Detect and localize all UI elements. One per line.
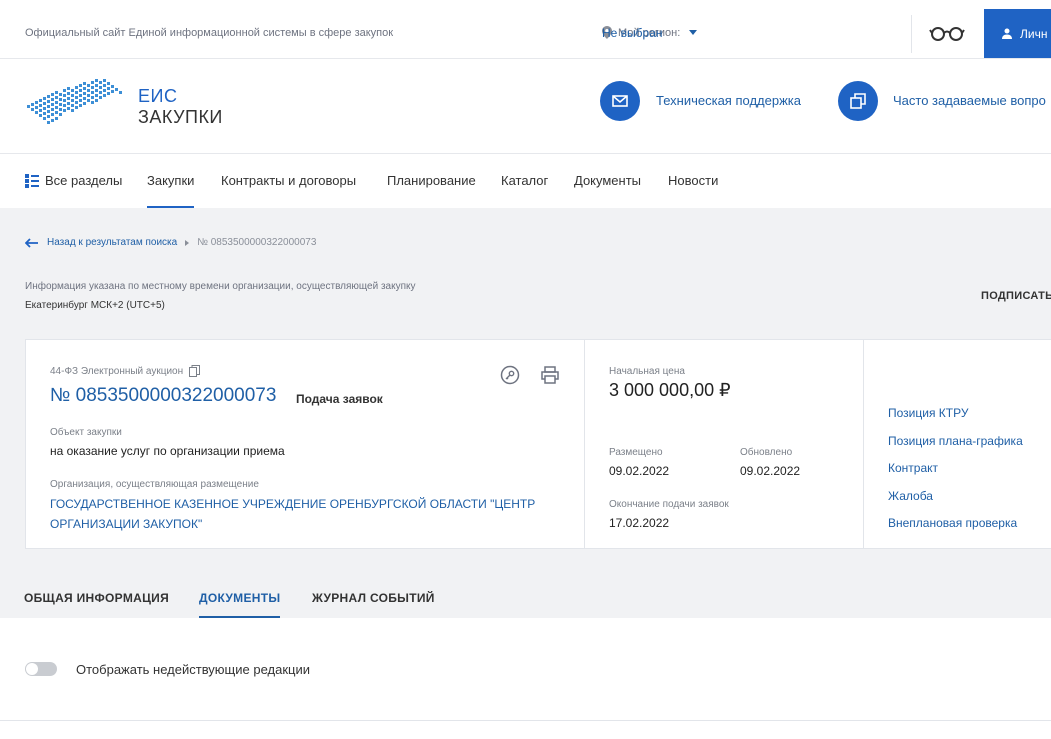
nav-item-catalog[interactable]: Каталог: [501, 173, 548, 188]
posted-value: 09.02.2022: [609, 464, 670, 478]
tab-general-info[interactable]: ОБЩАЯ ИНФОРМАЦИЯ: [24, 591, 169, 605]
eis-russia-map-logo[interactable]: [25, 77, 125, 133]
deadline-label: Окончание подачи заявок: [609, 499, 729, 510]
show-inactive-label: Отображать недействующие редакции: [76, 662, 311, 677]
user-icon: [1002, 28, 1012, 39]
divider: [911, 15, 912, 53]
tab-documents[interactable]: ДОКУМЕНТЫ: [199, 591, 281, 618]
link-unscheduled-inspection[interactable]: Внеплановая проверка: [888, 516, 1017, 530]
official-site-text: Официальный сайт Единой информационной с…: [25, 27, 394, 39]
breadcrumb: Назад к результатам поиска № 08535000003…: [25, 237, 316, 248]
logo-line-eis: ЕИС: [138, 86, 178, 106]
procurement-type: 44-ФЗ Электронный аукцион: [50, 365, 201, 377]
organization-label: Организация, осуществляющая размещение: [50, 479, 259, 490]
arrow-left-icon[interactable]: [25, 237, 39, 248]
breadcrumb-separator-icon: [185, 239, 190, 246]
procurement-number[interactable]: № 0853500000322000073: [50, 385, 276, 407]
local-time-note: Информация указана по местному времени о…: [25, 281, 416, 292]
link-contract[interactable]: Контракт: [888, 461, 938, 475]
copy-icon[interactable]: [189, 365, 201, 377]
link-complaint[interactable]: Жалоба: [888, 489, 933, 503]
card-divider: [584, 340, 585, 548]
nav-item-planning[interactable]: Планирование: [387, 173, 476, 188]
procurement-card: 44-ФЗ Электронный аукцион № 085350000032…: [25, 339, 1051, 549]
procurement-stage: Подача заявок: [296, 392, 383, 406]
price-label: Начальная цена: [609, 366, 685, 377]
link-ktru-position[interactable]: Позиция КТРУ: [888, 406, 968, 420]
copy-windows-icon: [850, 93, 866, 109]
support-link[interactable]: Техническая поддержка: [656, 93, 801, 108]
link-plan-schedule-position[interactable]: Позиция плана-графика: [888, 434, 1023, 448]
logo-text[interactable]: ЕИС ЗАКУПКИ: [138, 86, 223, 128]
nav-item-documents[interactable]: Документы: [574, 173, 641, 188]
region-value[interactable]: Не выбран: [602, 26, 663, 40]
procurement-type-label: 44-ФЗ Электронный аукцион: [50, 365, 184, 377]
organization-link[interactable]: ГОСУДАРСТВЕННОЕ КАЗЕННОЕ УЧРЕЖДЕНИЕ ОРЕН…: [50, 494, 570, 534]
region-selector[interactable]: Мой регион: Не выбран: [602, 26, 698, 40]
tab-event-log[interactable]: ЖУРНАЛ СОБЫТИЙ: [312, 591, 435, 605]
support-button[interactable]: [600, 81, 640, 121]
main-nav: Все разделы Закупки Контракты и договоры…: [0, 154, 1051, 208]
toggle-knob: [26, 663, 38, 675]
card-divider: [863, 340, 864, 548]
site-header: ЕИС ЗАКУПКИ Техническая поддержка Часто …: [0, 59, 1051, 154]
nav-item-purchases[interactable]: Закупки: [147, 173, 195, 208]
login-label: Личн: [1020, 26, 1048, 41]
nav-label-all-sections: Все разделы: [45, 173, 123, 188]
updated-value: 09.02.2022: [740, 464, 801, 478]
top-bar: Официальный сайт Единой информационной с…: [0, 0, 1051, 59]
logo-line-zakupki: ЗАКУПКИ: [138, 107, 223, 127]
key-signature-icon[interactable]: [500, 365, 520, 385]
accessibility-glasses-icon[interactable]: [929, 24, 965, 42]
print-icon[interactable]: [540, 365, 560, 385]
login-button[interactable]: Личн: [984, 9, 1051, 58]
show-inactive-toggle[interactable]: [25, 662, 57, 676]
faq-link[interactable]: Часто задаваемые вопро: [893, 93, 1046, 108]
nav-item-contracts[interactable]: Контракты и договоры: [221, 173, 356, 188]
sections-tree-icon: [25, 173, 39, 188]
chevron-down-icon: [689, 30, 698, 35]
deadline-value: 17.02.2022: [609, 516, 670, 530]
subscribe-button[interactable]: ПОДПИСАТЬ: [981, 290, 1051, 302]
envelope-icon: [612, 95, 628, 107]
nav-item-news[interactable]: Новости: [668, 173, 718, 188]
object-value: на оказание услуг по организации приема: [50, 444, 285, 458]
faq-button[interactable]: [838, 81, 878, 121]
object-label: Объект закупки: [50, 427, 122, 438]
tab-bar: ОБЩАЯ ИНФОРМАЦИЯ ДОКУМЕНТЫ ЖУРНАЛ СОБЫТИ…: [0, 576, 1051, 618]
price-value: 3 000 000,00 ₽: [609, 380, 731, 400]
breadcrumb-current: № 0853500000322000073: [197, 237, 317, 248]
updated-label: Обновлено: [740, 447, 793, 458]
back-to-results-link[interactable]: Назад к результатам поиска: [47, 237, 177, 248]
posted-label: Размещено: [609, 447, 663, 458]
divider: [0, 720, 1051, 721]
time-zone: Екатеринбург МСК+2 (UTC+5): [25, 300, 165, 311]
nav-item-all-sections[interactable]: Все разделы: [25, 173, 122, 188]
